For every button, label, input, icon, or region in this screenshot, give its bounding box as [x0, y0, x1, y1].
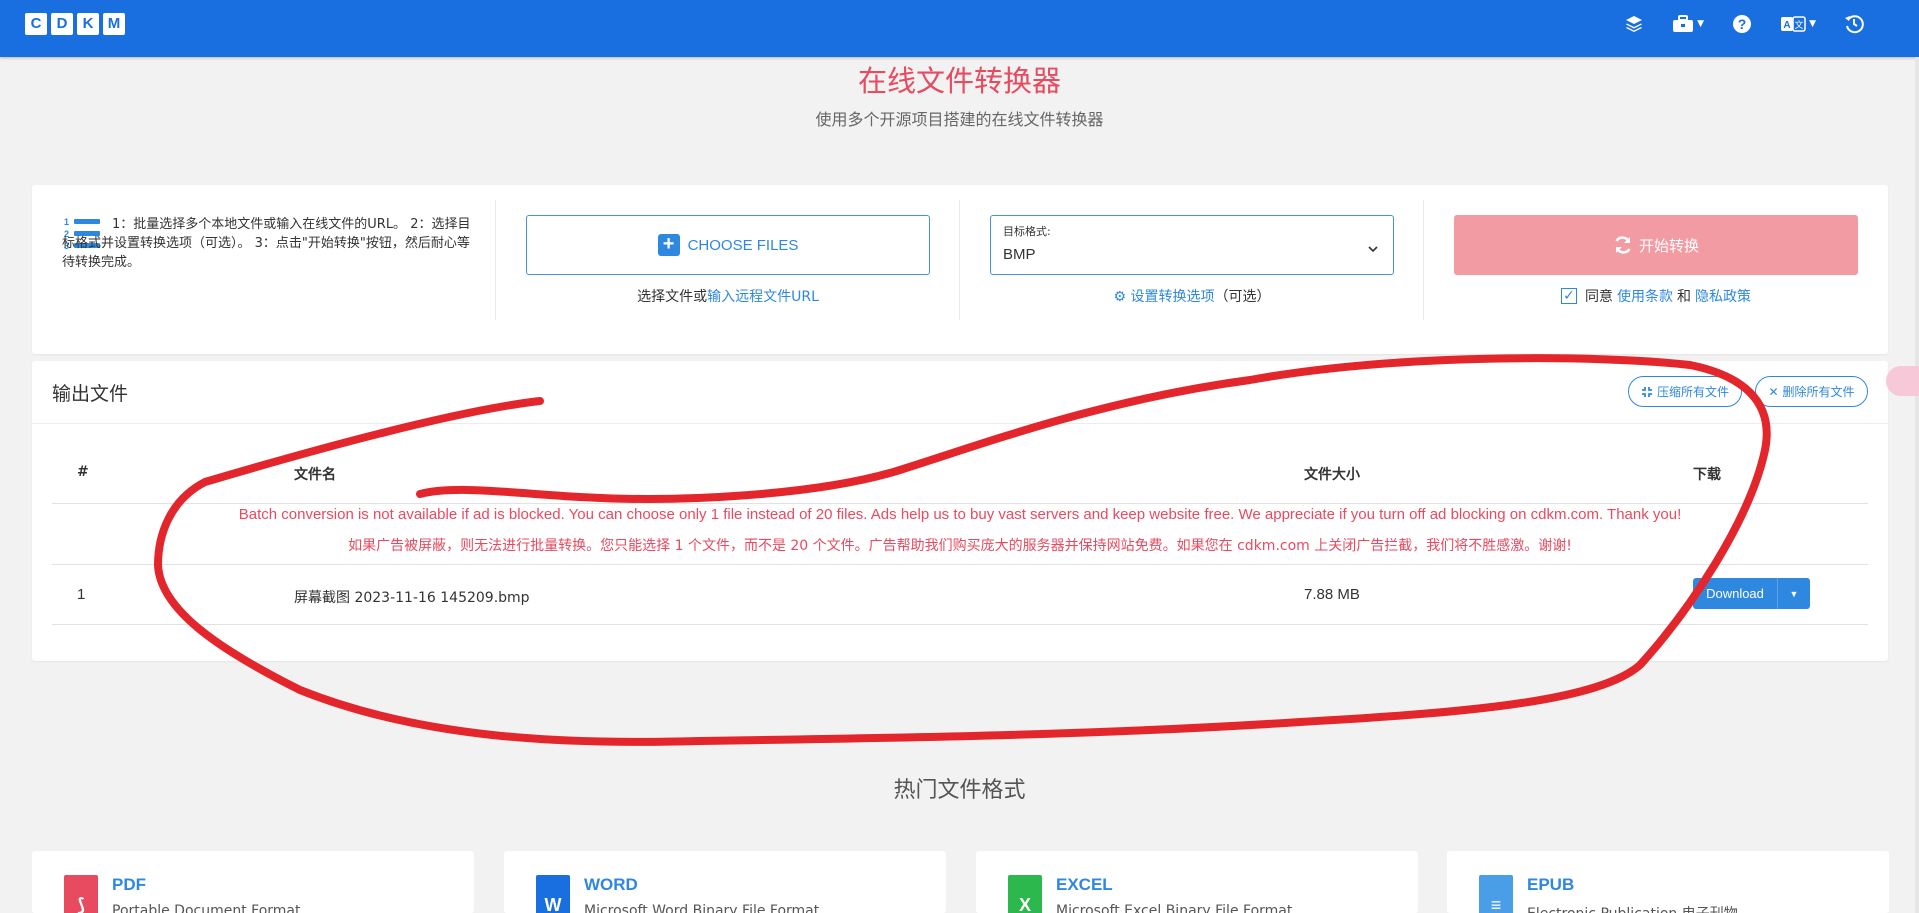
format-card-word[interactable]: W WORD Microsoft Word Binary File Format [504, 851, 946, 913]
choose-files-prefix: 选择文件或 [637, 289, 708, 305]
download-options-caret[interactable]: ▼ [1778, 578, 1810, 609]
svg-text:A: A [1783, 20, 1790, 31]
format-card-epub[interactable]: ≡ EPUB Electronic Publication 电子刊物 [1447, 851, 1889, 913]
excel-file-icon: X [1008, 875, 1042, 913]
target-format-select[interactable]: 目标格式: BMP [990, 215, 1394, 275]
agree-prefix: 同意 [1585, 289, 1613, 305]
choose-files-button[interactable]: + CHOOSE FILES [526, 215, 930, 275]
row-filename: 屏幕截图 2023-11-16 145209.bmp [294, 590, 530, 606]
translate-icon[interactable]: A文 ▼ [1780, 15, 1816, 33]
column-divider [495, 200, 496, 320]
settings-optional-label: （可选） [1214, 289, 1271, 305]
format-name: EXCEL [1056, 875, 1113, 894]
svg-text:文: 文 [1795, 19, 1804, 31]
choose-files-hint: 选择文件或输入远程文件URL [526, 286, 930, 306]
target-format-label: 目标格式: [1003, 225, 1051, 238]
word-file-icon: W [536, 875, 570, 913]
history-icon[interactable] [1844, 14, 1864, 34]
delete-all-label: 删除所有文件 [1782, 385, 1855, 399]
start-conversion-label: 开始转换 [1638, 236, 1699, 255]
compress-all-button[interactable]: 压缩所有文件 [1628, 376, 1742, 407]
plus-icon: + [657, 234, 680, 256]
column-header-index: # [77, 464, 89, 480]
pdf-file-icon: ⟆ [64, 875, 98, 913]
format-description: Electronic Publication 电子刊物 [1527, 903, 1738, 913]
format-description: Microsoft Word Binary File Format [584, 903, 820, 913]
download-split-button: Download ▼ [1693, 578, 1810, 609]
terms-link[interactable]: 使用条款 [1617, 286, 1673, 306]
target-format-value: BMP [1003, 246, 1036, 263]
row-index: 1 [77, 586, 86, 603]
table-divider [52, 624, 1868, 625]
agree-terms: ✓ 同意 使用条款和隐私政策 [1454, 286, 1858, 306]
format-card-pdf[interactable]: ⟆ PDF Portable Document Format [32, 851, 474, 913]
format-description: Microsoft Excel Binary File Format [1056, 903, 1293, 913]
logo-letter: M [103, 13, 125, 35]
svg-text:?: ? [1738, 16, 1747, 32]
logo-letter: C [25, 13, 47, 35]
converter-panel: 1 2 3 1：批量选择多个本地文件或输入在线文件的URL。 2：选择目标格式并… [32, 185, 1888, 354]
privacy-link[interactable]: 隐私政策 [1695, 286, 1751, 306]
remote-url-link[interactable]: 输入远程文件URL [707, 289, 819, 305]
toolbox-icon[interactable]: ▼ [1672, 15, 1704, 33]
instructions-text: 1：批量选择多个本地文件或输入在线文件的URL。 2：选择目标格式并设置转换选项… [62, 217, 471, 270]
compress-all-label: 压缩所有文件 [1656, 385, 1729, 399]
settings-link-label: 设置转换选项 [1130, 289, 1215, 305]
download-button[interactable]: Download [1693, 578, 1778, 609]
column-divider [959, 200, 960, 320]
choose-files-label: CHOOSE FILES [687, 236, 799, 254]
agree-checkbox[interactable]: ✓ [1561, 288, 1577, 304]
page-title: 在线文件转换器 [857, 64, 1061, 98]
output-files-panel: 输出文件 压缩所有文件 ✕ 删除所有文件 # 文件名 文件大小 下载 Batch… [32, 361, 1888, 661]
start-conversion-button[interactable]: 开始转换 [1454, 215, 1858, 275]
format-name: PDF [112, 875, 146, 894]
column-header-filesize: 文件大小 [1304, 467, 1360, 483]
agree-and: 和 [1677, 289, 1691, 305]
chevron-down-icon: ▼ [1809, 19, 1816, 29]
format-name: WORD [584, 875, 638, 894]
adblock-warning-zh: 如果广告被屏蔽，则无法进行批量转换。您只能选择 1 个文件，而不是 20 个文件… [348, 538, 1572, 554]
side-float-widget[interactable] [1886, 366, 1919, 396]
help-icon[interactable]: ? [1732, 14, 1752, 34]
gear-icon: ⚙ [1113, 289, 1127, 305]
format-description: Portable Document Format [112, 903, 301, 913]
close-icon: ✕ [1768, 384, 1779, 399]
format-name: EPUB [1527, 875, 1575, 894]
popular-formats-title: 热门文件格式 [893, 778, 1026, 803]
adblock-warning-en: Batch conversion is not available if ad … [238, 506, 1682, 523]
logo-letter: K [77, 13, 99, 35]
chevron-down-icon: ▼ [1697, 19, 1705, 29]
conversion-settings-link[interactable]: ⚙ 设置转换选项（可选） [990, 286, 1394, 306]
output-files-title: 输出文件 [52, 383, 129, 405]
delete-all-button[interactable]: ✕ 删除所有文件 [1755, 376, 1868, 407]
row-filesize: 7.88 MB [1304, 586, 1360, 603]
format-card-excel[interactable]: X EXCEL Microsoft Excel Binary File Form… [976, 851, 1418, 913]
page-subtitle: 使用多个开源项目搭建的在线文件转换器 [815, 110, 1104, 129]
divider [32, 423, 1888, 424]
chevron-down-icon [1368, 246, 1378, 253]
top-navbar: C D K M ▼ ? A文 ▼ [0, 0, 1919, 57]
site-logo[interactable]: C D K M [25, 13, 125, 35]
compress-icon [1641, 386, 1652, 397]
column-header-filename: 文件名 [294, 467, 336, 483]
epub-file-icon: ≡ [1479, 875, 1513, 913]
table-divider [52, 564, 1868, 565]
column-header-download: 下载 [1693, 467, 1721, 483]
column-divider [1423, 200, 1424, 320]
logo-letter: D [51, 13, 73, 35]
layers-icon[interactable] [1624, 14, 1644, 34]
table-divider [52, 503, 1868, 504]
refresh-icon [1615, 236, 1631, 254]
